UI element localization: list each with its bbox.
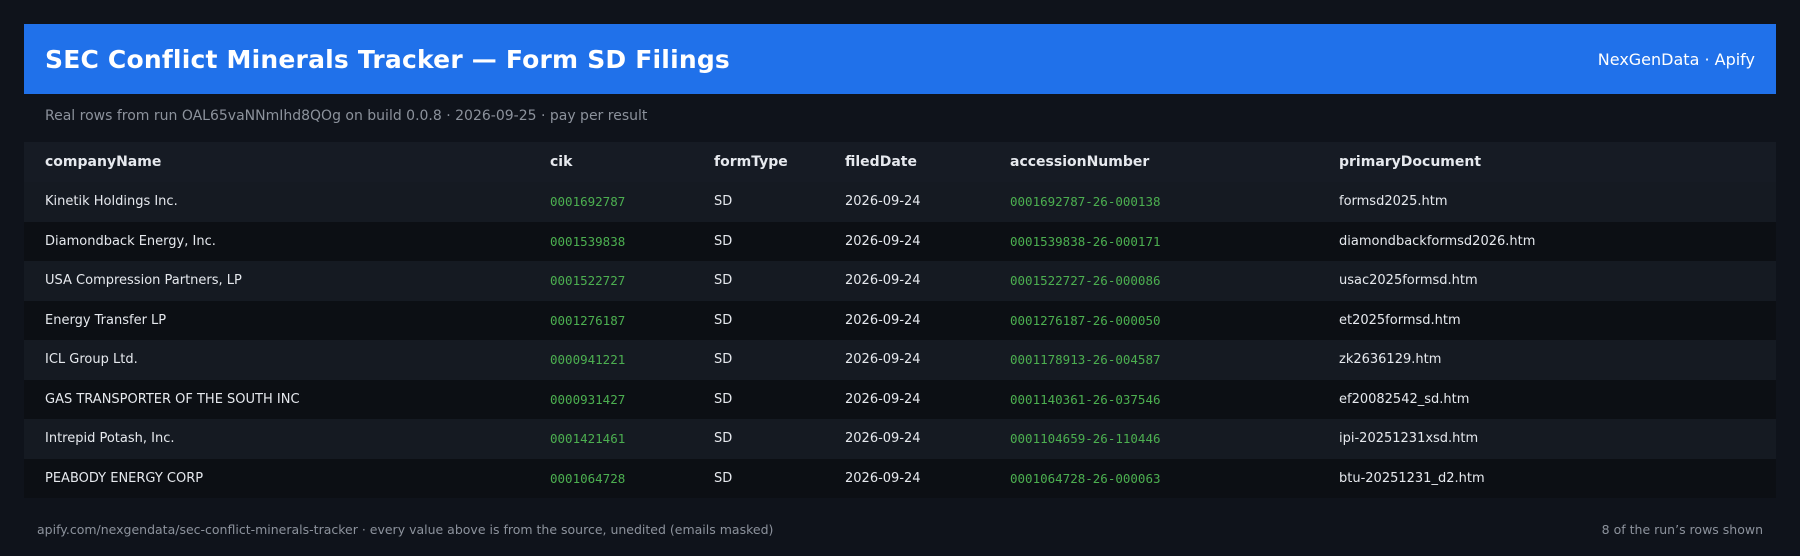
cell-company-name: ICL Group Ltd. (45, 352, 138, 368)
table-row: ICL Group Ltd. 0000941221 SD 2026-09-24 … (24, 340, 1776, 380)
run-subtitle: Real rows from run OAL65vaNNmIhd8QOg on … (45, 108, 648, 124)
cell-form-type: SD (714, 470, 733, 486)
table-row: USA Compression Partners, LP 0001522727 … (24, 261, 1776, 301)
cell-form-type: SD (714, 194, 733, 210)
cell-filed-date: 2026-09-24 (845, 233, 921, 249)
cell-form-type: SD (714, 391, 733, 407)
cell-cik: 0001539838 (550, 233, 626, 249)
cell-filed-date: 2026-09-24 (845, 431, 921, 447)
cell-form-type: SD (714, 312, 733, 328)
footer-source-note: apify.com/nexgendata/sec-conflict-minera… (37, 522, 774, 537)
table-row: Diamondback Energy, Inc. 0001539838 SD 2… (24, 221, 1776, 261)
cell-form-type: SD (714, 273, 733, 289)
cell-company-name: PEABODY ENERGY CORP (45, 470, 204, 486)
table-header-row: companyName cik formType filedDate acces… (24, 142, 1776, 182)
cell-company-name: GAS TRANSPORTER OF THE SOUTH INC (45, 391, 300, 407)
cell-accession-number: 0001276187-26-000050 (1010, 312, 1161, 328)
table-row: Energy Transfer LP 0001276187 SD 2026-09… (24, 300, 1776, 340)
cell-accession-number: 0001692787-26-000138 (1010, 194, 1161, 210)
cell-company-name: Diamondback Energy, Inc. (45, 233, 216, 249)
brand-label: NexGenData · Apify (1597, 49, 1755, 69)
cell-cik: 0000931427 (550, 391, 626, 407)
column-header-cik: cik (550, 154, 573, 170)
table-row: Kinetik Holdings Inc. 0001692787 SD 2026… (24, 182, 1776, 222)
cell-form-type: SD (714, 431, 733, 447)
column-header-primarydocument: primaryDocument (1339, 154, 1482, 170)
footer-row-count: 8 of the run’s rows shown (1601, 522, 1763, 537)
table-row: PEABODY ENERGY CORP 0001064728 SD 2026-0… (24, 458, 1776, 498)
cell-accession-number: 0001104659-26-110446 (1010, 431, 1161, 447)
cell-cik: 0001421461 (550, 431, 626, 447)
column-header-fileddate: filedDate (845, 154, 917, 170)
cell-cik: 0001522727 (550, 273, 626, 289)
filings-table: companyName cik formType filedDate acces… (24, 142, 1776, 498)
table-row: Intrepid Potash, Inc. 0001421461 SD 2026… (24, 419, 1776, 459)
header-bar: SEC Conflict Minerals Tracker — Form SD … (24, 24, 1776, 94)
cell-primary-document: diamondbackformsd2026.htm (1339, 233, 1536, 249)
cell-primary-document: usac2025formsd.htm (1339, 273, 1478, 289)
cell-accession-number: 0001140361-26-037546 (1010, 391, 1161, 407)
column-header-formtype: formType (714, 154, 788, 170)
cell-primary-document: zk2636129.htm (1339, 352, 1442, 368)
cell-form-type: SD (714, 233, 733, 249)
cell-cik: 0001276187 (550, 312, 626, 328)
cell-accession-number: 0001539838-26-000171 (1010, 233, 1161, 249)
cell-primary-document: btu-20251231_d2.htm (1339, 470, 1485, 486)
cell-filed-date: 2026-09-24 (845, 194, 921, 210)
cell-primary-document: formsd2025.htm (1339, 194, 1448, 210)
cell-accession-number: 0001064728-26-000063 (1010, 470, 1161, 486)
page-title: SEC Conflict Minerals Tracker — Form SD … (45, 44, 731, 74)
cell-cik: 0000941221 (550, 352, 626, 368)
column-header-companyname: companyName (45, 154, 162, 170)
cell-cik: 0001064728 (550, 470, 626, 486)
cell-accession-number: 0001178913-26-004587 (1010, 352, 1161, 368)
cell-company-name: Intrepid Potash, Inc. (45, 431, 175, 447)
cell-filed-date: 2026-09-24 (845, 352, 921, 368)
cell-cik: 0001692787 (550, 194, 626, 210)
cell-primary-document: et2025formsd.htm (1339, 312, 1461, 328)
column-header-accessionnumber: accessionNumber (1010, 154, 1150, 170)
cell-company-name: Kinetik Holdings Inc. (45, 194, 178, 210)
cell-company-name: USA Compression Partners, LP (45, 273, 242, 289)
cell-filed-date: 2026-09-24 (845, 391, 921, 407)
cell-primary-document: ipi-20251231xsd.htm (1339, 431, 1479, 447)
cell-filed-date: 2026-09-24 (845, 312, 921, 328)
cell-company-name: Energy Transfer LP (45, 312, 167, 328)
cell-form-type: SD (714, 352, 733, 368)
cell-accession-number: 0001522727-26-000086 (1010, 273, 1161, 289)
cell-filed-date: 2026-09-24 (845, 470, 921, 486)
table-row: GAS TRANSPORTER OF THE SOUTH INC 0000931… (24, 379, 1776, 419)
cell-primary-document: ef20082542_sd.htm (1339, 391, 1470, 407)
cell-filed-date: 2026-09-24 (845, 273, 921, 289)
